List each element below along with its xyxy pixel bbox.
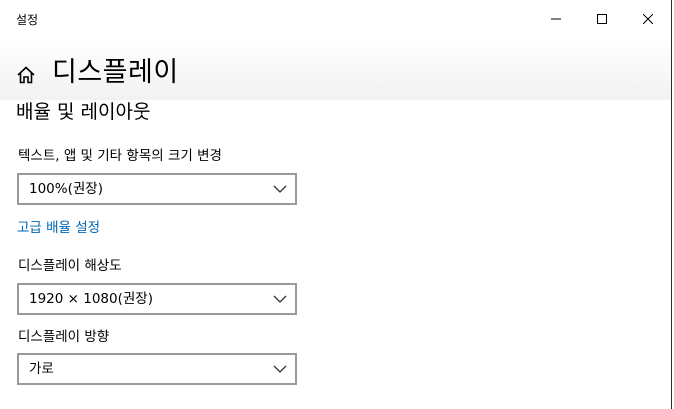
resolution-dropdown[interactable]: 1920 × 1080(권장) — [17, 283, 297, 315]
window-title: 설정 — [16, 13, 39, 27]
chevron-down-icon — [273, 295, 287, 303]
chevron-down-icon — [273, 185, 287, 193]
scale-dropdown[interactable]: 100%(권장) — [17, 173, 297, 205]
section-title: 배율 및 레이아웃 — [16, 101, 151, 123]
maximize-button[interactable] — [579, 0, 625, 38]
maximize-icon — [597, 14, 607, 24]
home-icon — [17, 66, 35, 84]
resolution-value: 1920 × 1080(권장) — [29, 291, 153, 307]
page-header: 디스플레이 — [0, 38, 671, 100]
home-button[interactable] — [16, 65, 36, 85]
minimize-icon — [551, 18, 561, 20]
orientation-value: 가로 — [29, 361, 54, 377]
resolution-label: 디스플레이 해상도 — [18, 258, 122, 274]
orientation-dropdown[interactable]: 가로 — [17, 353, 297, 385]
scale-value: 100%(권장) — [29, 181, 103, 197]
title-bar: 설정 — [0, 0, 671, 38]
close-icon — [643, 14, 653, 24]
settings-window: 설정 디스플레이 배율 및 레이아웃 텍스트, 앱 및 기타 항목의 크기 변경… — [0, 0, 672, 409]
chevron-down-icon — [273, 365, 287, 373]
scale-label: 텍스트, 앱 및 기타 항목의 크기 변경 — [18, 148, 222, 164]
page-title: 디스플레이 — [52, 57, 179, 88]
orientation-label: 디스플레이 방향 — [18, 329, 110, 345]
close-button[interactable] — [625, 0, 671, 38]
minimize-button[interactable] — [533, 0, 579, 38]
advanced-scaling-link[interactable]: 고급 배율 설정 — [17, 219, 100, 237]
